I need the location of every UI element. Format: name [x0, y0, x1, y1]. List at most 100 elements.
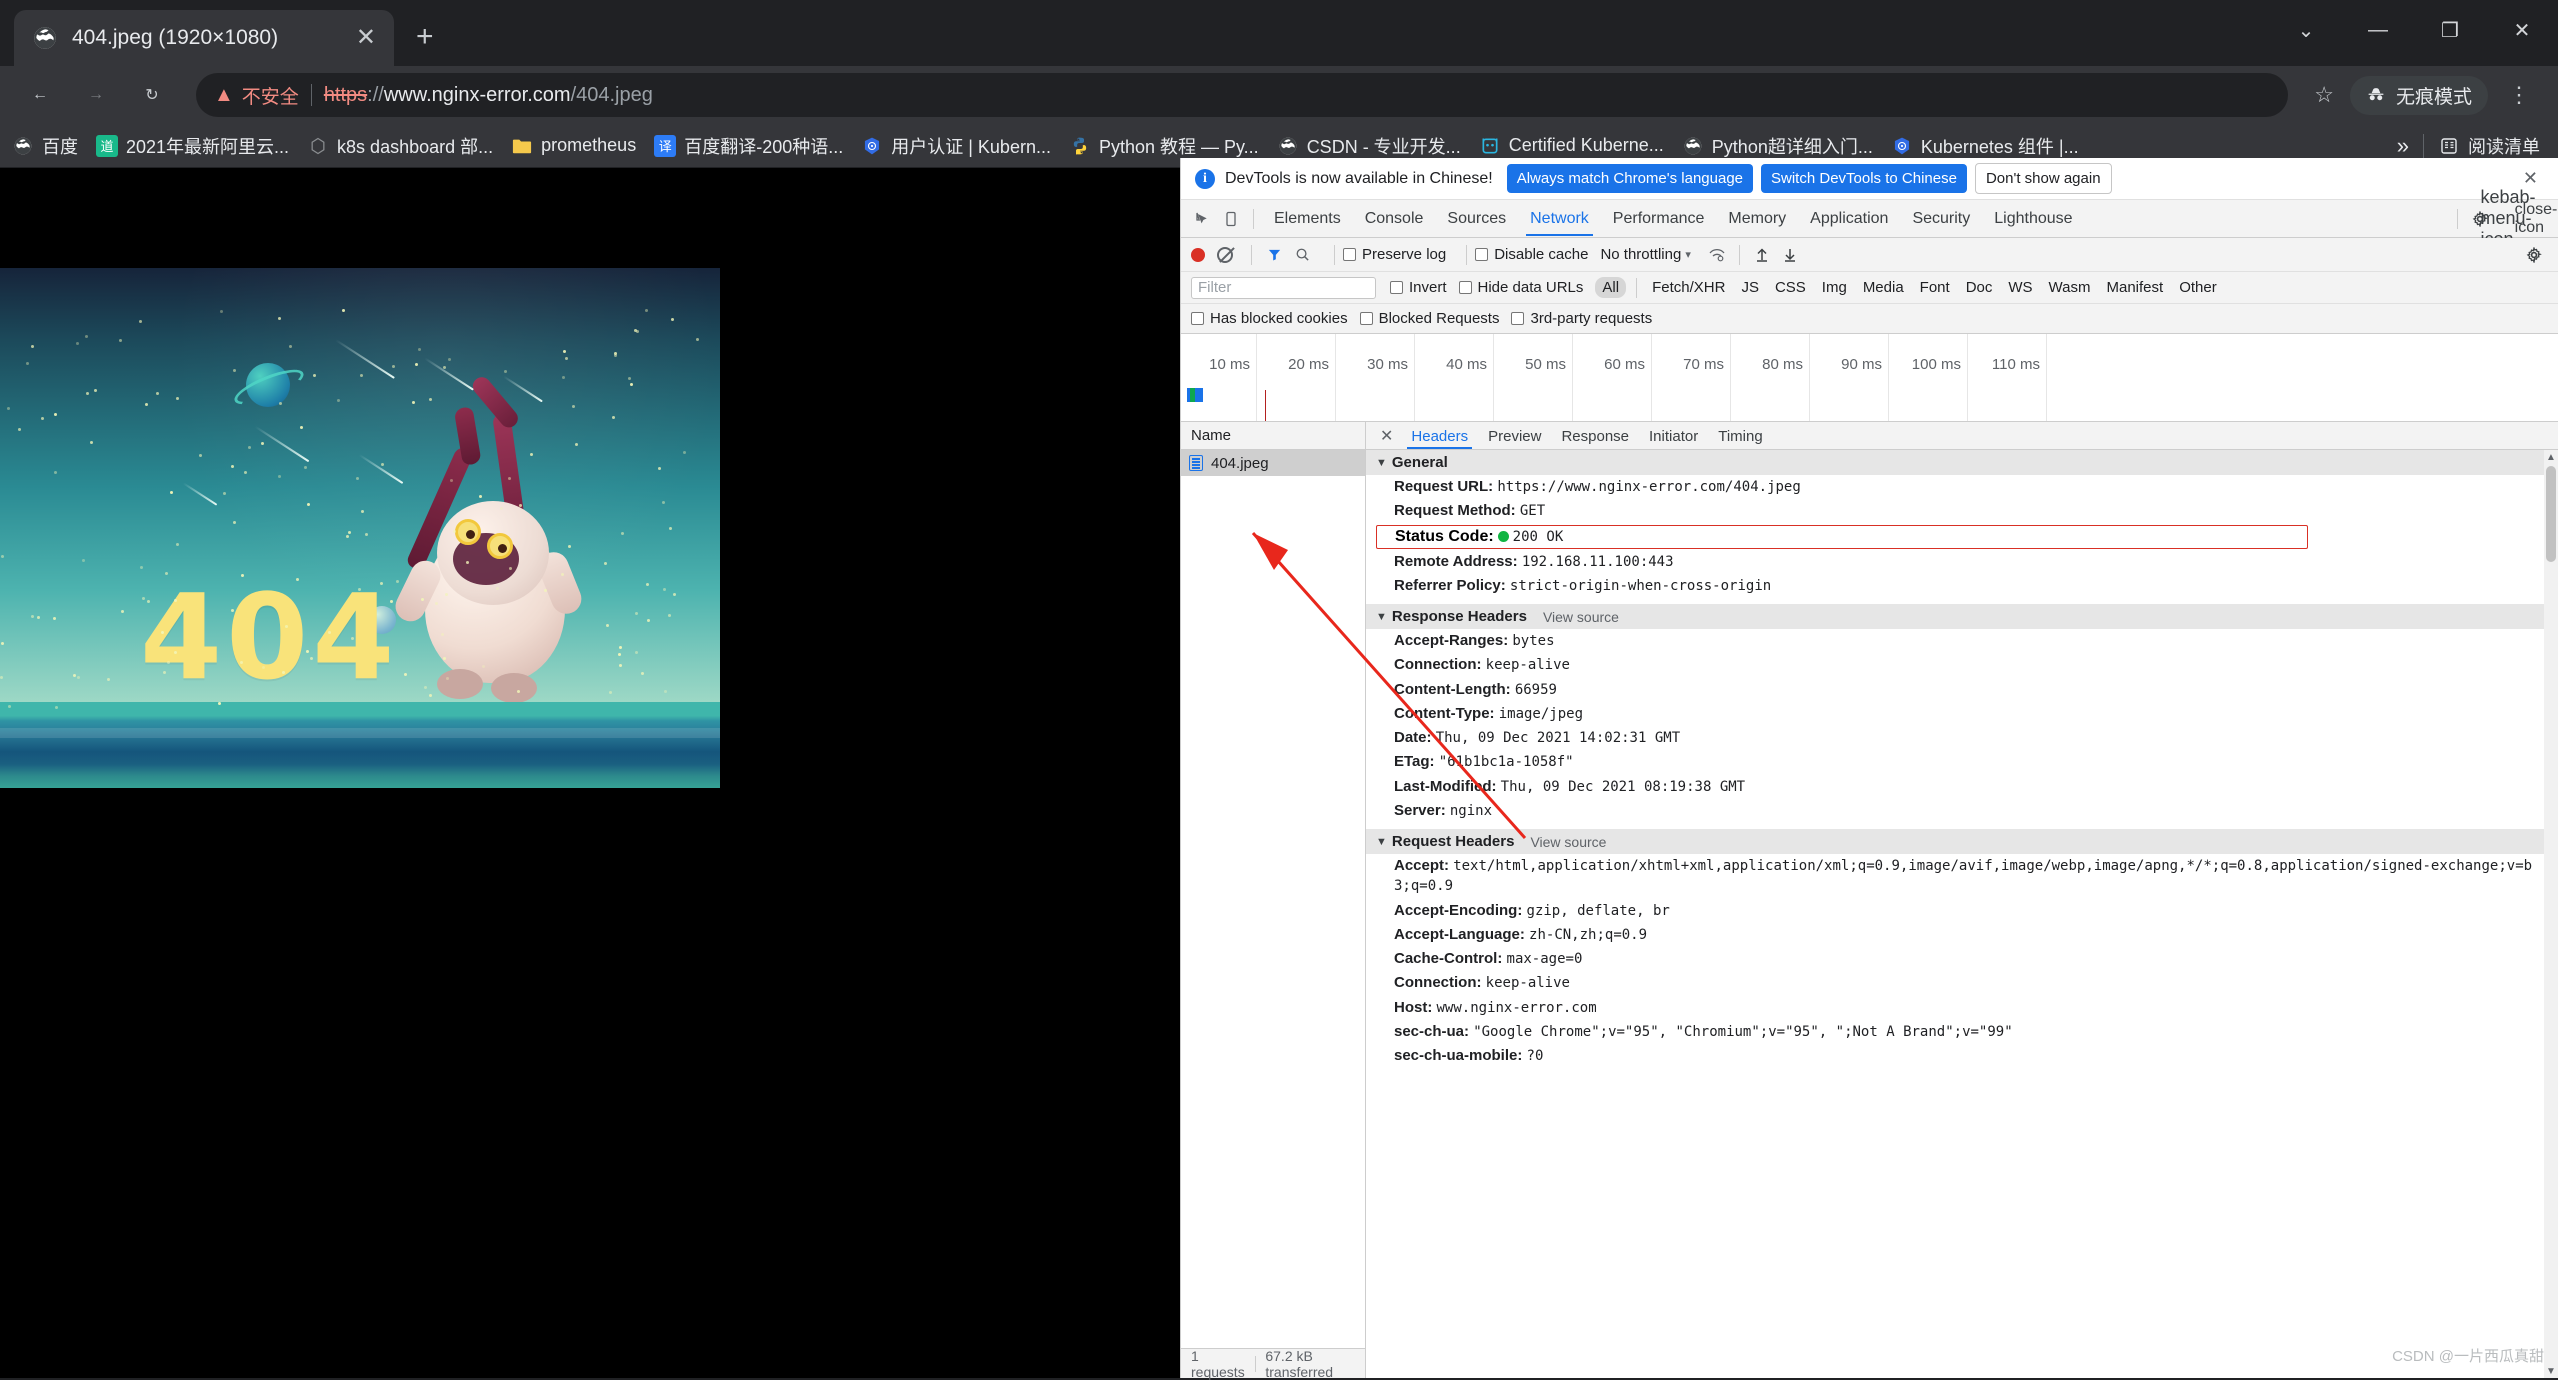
type-filter-fetch-xhr[interactable]: Fetch/XHR: [1645, 277, 1732, 298]
back-icon[interactable]: ←: [18, 73, 62, 117]
detail-scrollbar[interactable]: ▲ ▼: [2544, 450, 2558, 1378]
star-dot: [614, 354, 618, 358]
dont-show-again-button[interactable]: Don't show again: [1974, 163, 2112, 194]
tab-security[interactable]: Security: [1900, 201, 1982, 236]
maximize-button[interactable]: ❐: [2414, 0, 2486, 60]
preserve-log-checkbox[interactable]: Preserve log: [1343, 246, 1446, 263]
tab-console[interactable]: Console: [1353, 201, 1436, 236]
request-headers-section-header[interactable]: ▼ Request Headers View source: [1366, 829, 2558, 854]
filter-funnel-icon[interactable]: [1260, 241, 1288, 269]
detail-tab-headers[interactable]: Headers: [1401, 423, 1478, 449]
tab-performance[interactable]: Performance: [1601, 201, 1717, 236]
new-tab-button[interactable]: +: [416, 22, 434, 52]
export-har-icon[interactable]: [1776, 241, 1804, 269]
type-filter-ws[interactable]: WS: [2001, 277, 2039, 298]
response-headers-section-header[interactable]: ▼ Response Headers View source: [1366, 604, 2558, 629]
network-settings-gear-icon[interactable]: [2520, 241, 2548, 269]
tab-close-icon[interactable]: ✕: [356, 26, 376, 50]
invert-checkbox[interactable]: Invert: [1390, 279, 1447, 296]
type-filter-img[interactable]: Img: [1815, 277, 1854, 298]
disable-cache-checkbox[interactable]: Disable cache: [1475, 246, 1588, 263]
tab-elements[interactable]: Elements: [1262, 201, 1353, 236]
type-filter-doc[interactable]: Doc: [1959, 277, 2000, 298]
chevron-down-icon[interactable]: ▾: [1685, 248, 1691, 261]
scroll-down-arrow[interactable]: ▼: [2544, 1364, 2558, 1378]
type-filter-font[interactable]: Font: [1913, 277, 1957, 298]
bookmark-star-icon[interactable]: ☆: [2314, 82, 2334, 108]
close-detail-icon[interactable]: ✕: [1372, 426, 1401, 446]
third-party-requests-checkbox[interactable]: 3rd-party requests: [1511, 310, 1652, 327]
switch-devtools-language-button[interactable]: Switch DevTools to Chinese: [1761, 164, 1967, 193]
bookmark-item[interactable]: prometheus: [511, 135, 636, 157]
chevron-down-icon[interactable]: ⌄: [2270, 0, 2342, 60]
meteor: [335, 339, 395, 379]
request-detail-pane: ✕ Headers Preview Response Initiator Tim…: [1366, 422, 2558, 1378]
type-filter-all[interactable]: All: [1595, 277, 1627, 298]
inspect-element-icon[interactable]: [1189, 205, 1217, 233]
star-dot: [170, 490, 174, 494]
close-notice-icon[interactable]: ✕: [2517, 168, 2544, 189]
timeline-tick-label: 70 ms: [1683, 356, 1724, 373]
scrollbar-thumb[interactable]: [2546, 466, 2556, 562]
record-button[interactable]: [1191, 247, 1205, 262]
search-icon[interactable]: [1288, 241, 1316, 269]
type-filter-other[interactable]: Other: [2172, 277, 2224, 298]
table-row[interactable]: 404.jpeg: [1181, 450, 1365, 476]
tab-lighthouse[interactable]: Lighthouse: [1982, 201, 2084, 236]
view-source-link[interactable]: View source: [1543, 609, 1619, 625]
timeline-tick-label: 100 ms: [1911, 356, 1961, 373]
reading-list-button[interactable]: 阅读清单: [2438, 133, 2540, 159]
throttling-select[interactable]: No throttling: [1600, 246, 1681, 263]
close-devtools-icon[interactable]: close-icon: [2515, 201, 2558, 236]
tab-sources[interactable]: Sources: [1435, 201, 1518, 236]
bookmark-item[interactable]: Certified Kuberne...: [1479, 135, 1664, 157]
tab-application[interactable]: Application: [1798, 201, 1900, 236]
detail-tab-initiator[interactable]: Initiator: [1639, 423, 1708, 449]
bookmark-item[interactable]: Python 教程 — Py...: [1069, 133, 1259, 159]
always-match-language-button[interactable]: Always match Chrome's language: [1506, 164, 1754, 193]
detail-tab-response[interactable]: Response: [1551, 423, 1639, 449]
type-filter-wasm[interactable]: Wasm: [2042, 277, 2098, 298]
bookmark-item[interactable]: 道 2021年最新阿里云...: [96, 133, 289, 159]
detail-tab-timing[interactable]: Timing: [1708, 423, 1772, 449]
general-section-header[interactable]: ▼ General: [1366, 450, 2558, 475]
star-dot: [507, 477, 511, 481]
bookmarks-overflow-icon[interactable]: »: [2383, 133, 2423, 159]
type-filter-css[interactable]: CSS: [1768, 277, 1813, 298]
forward-icon[interactable]: →: [74, 73, 118, 117]
reload-icon[interactable]: ↻: [130, 73, 174, 117]
network-timeline-overview[interactable]: 10 ms 20 ms 30 ms 40 ms 50 ms 60 ms 70 ms 80 ms…: [1181, 334, 2558, 422]
incognito-badge[interactable]: 无痕模式: [2349, 75, 2488, 115]
network-conditions-icon[interactable]: [1703, 241, 1731, 269]
tab-network[interactable]: Network: [1518, 201, 1601, 236]
detail-tab-preview[interactable]: Preview: [1478, 423, 1551, 449]
scroll-up-arrow[interactable]: ▲: [2544, 450, 2558, 464]
header-value: GET: [1519, 503, 1546, 520]
bookmark-item[interactable]: 百度: [12, 133, 78, 159]
browser-menu-icon[interactable]: ⋮: [2498, 84, 2540, 106]
type-filter-media[interactable]: Media: [1856, 277, 1911, 298]
tab-memory[interactable]: Memory: [1716, 201, 1798, 236]
blocked-requests-checkbox[interactable]: Blocked Requests: [1359, 310, 1499, 327]
device-toolbar-icon[interactable]: [1217, 205, 1245, 233]
type-filter-manifest[interactable]: Manifest: [2100, 277, 2171, 298]
hide-data-urls-checkbox[interactable]: Hide data URLs: [1458, 279, 1583, 296]
bookmark-item[interactable]: CSDN - 专业开发...: [1277, 133, 1461, 159]
address-bar[interactable]: ▲ 不安全 https://www.nginx-error.com/404.jp…: [196, 73, 2289, 117]
has-blocked-cookies-checkbox[interactable]: Has blocked cookies: [1191, 310, 1348, 327]
requests-count: 1 requests: [1191, 1347, 1245, 1380]
clear-icon[interactable]: [1217, 246, 1233, 263]
close-window-button[interactable]: ✕: [2486, 0, 2558, 60]
browser-tab[interactable]: 404.jpeg (1920×1080) ✕: [14, 10, 394, 66]
view-source-link[interactable]: View source: [1530, 834, 1606, 850]
import-har-icon[interactable]: [1748, 241, 1776, 269]
bookmark-item[interactable]: 用户认证 | Kubern...: [861, 133, 1051, 159]
request-headers-title: Request Headers: [1391, 833, 1515, 850]
bookmark-item[interactable]: k8s dashboard 部...: [307, 133, 493, 159]
filter-input[interactable]: [1191, 276, 1376, 299]
bookmark-item[interactable]: 译百度翻译-200种语...: [654, 133, 843, 159]
type-filter-js[interactable]: JS: [1734, 277, 1766, 298]
bookmark-item[interactable]: Python超详细入门...: [1682, 133, 1873, 159]
minimize-button[interactable]: —: [2342, 0, 2414, 60]
bookmark-item[interactable]: Kubernetes 组件 |...: [1891, 133, 2079, 159]
